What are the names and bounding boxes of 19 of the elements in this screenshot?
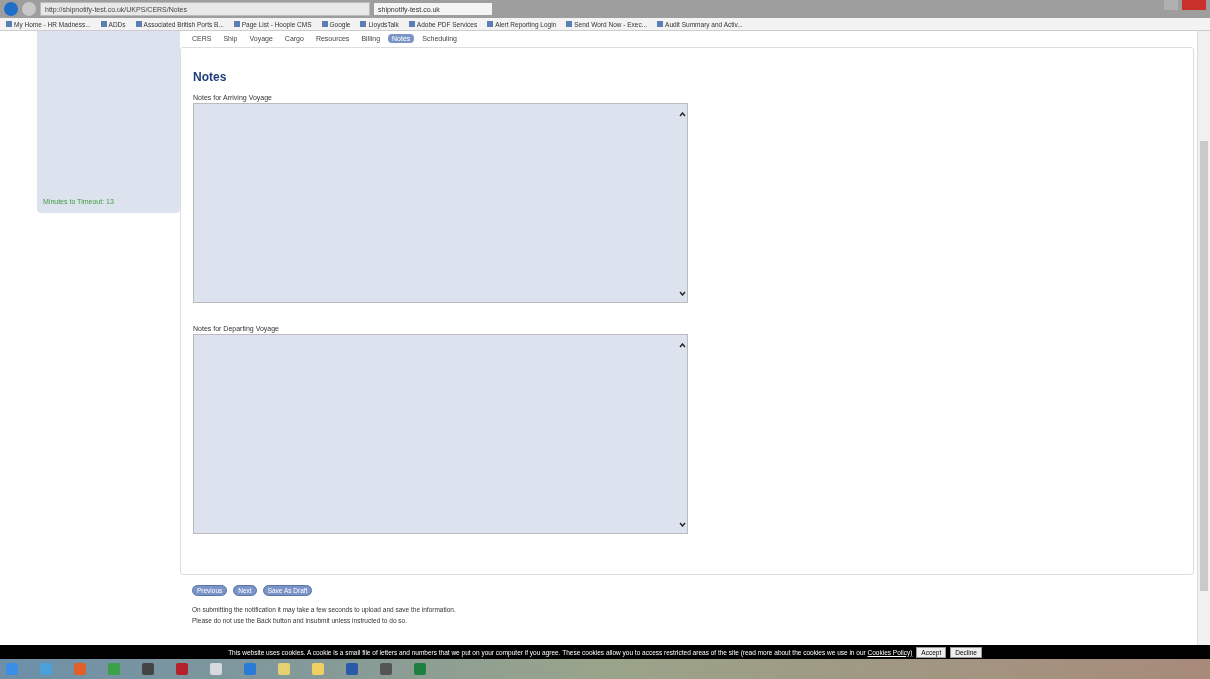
- taskbar-app-icon[interactable]: [210, 663, 222, 675]
- scroll-down-icon[interactable]: [678, 291, 686, 296]
- taskbar-app-icon[interactable]: [176, 663, 188, 675]
- taskbar-app-icon[interactable]: [40, 663, 52, 675]
- taskbar-app-icon[interactable]: [108, 663, 120, 675]
- scroll-up-icon[interactable]: [678, 112, 686, 117]
- scroll-up-icon[interactable]: [678, 343, 686, 348]
- taskbar-app-icon[interactable]: [142, 663, 154, 675]
- taskbar-app-icon[interactable]: [414, 663, 426, 675]
- taskbar-app-icon[interactable]: [74, 663, 86, 675]
- taskbar-app-icon[interactable]: [278, 663, 290, 675]
- scroll-down-icon[interactable]: [678, 522, 686, 527]
- page-scrollbar[interactable]: [1197, 31, 1210, 645]
- section-heading: Notes: [193, 70, 228, 84]
- taskbar-app-icon[interactable]: [6, 663, 18, 675]
- taskbar-app-icon[interactable]: [244, 663, 256, 675]
- taskbar-app-icon[interactable]: [346, 663, 358, 675]
- taskbar-app-icon[interactable]: [312, 663, 324, 675]
- taskbar-app-icon[interactable]: [380, 663, 392, 675]
